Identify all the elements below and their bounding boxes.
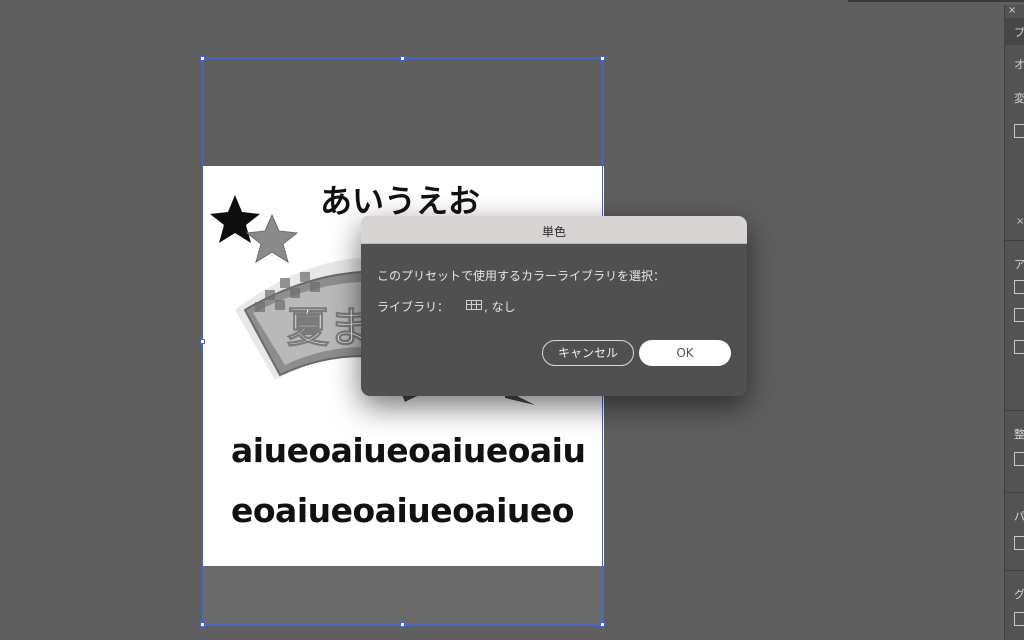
panel-option-icon[interactable] xyxy=(1014,280,1024,294)
gray-star-shape xyxy=(245,213,299,264)
panel-section-label-3: ア xyxy=(1014,258,1024,271)
panel-option-icon[interactable] xyxy=(1014,612,1024,626)
panel-close-icon[interactable]: × xyxy=(1008,5,1016,16)
panel-section-label-2: 変 xyxy=(1014,92,1024,105)
cancel-button[interactable]: キャンセル xyxy=(542,340,634,366)
library-value[interactable]: , なし xyxy=(484,298,516,315)
align-icon[interactable] xyxy=(1014,452,1024,466)
panel-option-icon[interactable] xyxy=(1014,308,1024,322)
artboard-text-line-2[interactable]: eoaiueoaiueoaiueo xyxy=(231,491,574,530)
panel-divider xyxy=(1004,410,1024,411)
resize-handle-top-right[interactable] xyxy=(600,56,605,61)
panel-section-label-6: グ xyxy=(1014,588,1024,601)
panel-divider xyxy=(1004,570,1024,571)
banner-text: 夏ま xyxy=(287,303,371,352)
panel-collapse-icon[interactable]: × xyxy=(1016,216,1024,227)
resize-handle-top-center[interactable] xyxy=(400,56,405,61)
dialog-title: 単色 xyxy=(541,225,566,239)
ok-button[interactable]: OK xyxy=(639,340,731,366)
reference-point-icon[interactable] xyxy=(1014,124,1024,138)
resize-handle-bottom-center[interactable] xyxy=(400,622,405,627)
color-library-dialog: 単色 このプリセットで使用するカラーライブラリを選択： ライブラリ： , なし … xyxy=(361,216,747,396)
illustrator-workspace: あいうえお 夏ま aiueoaiueoaiueoaiu eoaiueoaiueo… xyxy=(0,0,1024,640)
panel-section-label-1: オ xyxy=(1014,58,1024,71)
resize-handle-bottom-right[interactable] xyxy=(600,622,605,627)
panel-section-label-4: 整 xyxy=(1014,428,1024,441)
resize-handle-top-left[interactable] xyxy=(200,56,205,61)
dialog-message: このプリセットで使用するカラーライブラリを選択： xyxy=(377,269,666,283)
library-label: ライブラリ： xyxy=(377,300,450,314)
panel-option-icon[interactable] xyxy=(1014,340,1024,354)
top-toolbar-edge xyxy=(848,0,1024,2)
resize-handle-bottom-left[interactable] xyxy=(200,622,205,627)
artboard-bottom-area xyxy=(203,566,604,626)
panel-section-label-5: パ xyxy=(1014,510,1024,523)
pathfinder-icon[interactable] xyxy=(1014,536,1024,550)
panel-divider xyxy=(1004,240,1024,241)
panel-tab-label[interactable]: プ xyxy=(1014,24,1024,40)
artboard-text-line-1[interactable]: aiueoaiueoaiueoaiu xyxy=(231,431,586,470)
panel-divider xyxy=(1004,492,1024,493)
resize-handle-middle-left[interactable] xyxy=(200,339,205,344)
artboard-top-area xyxy=(203,59,604,166)
swatch-library-icon[interactable] xyxy=(466,300,482,310)
